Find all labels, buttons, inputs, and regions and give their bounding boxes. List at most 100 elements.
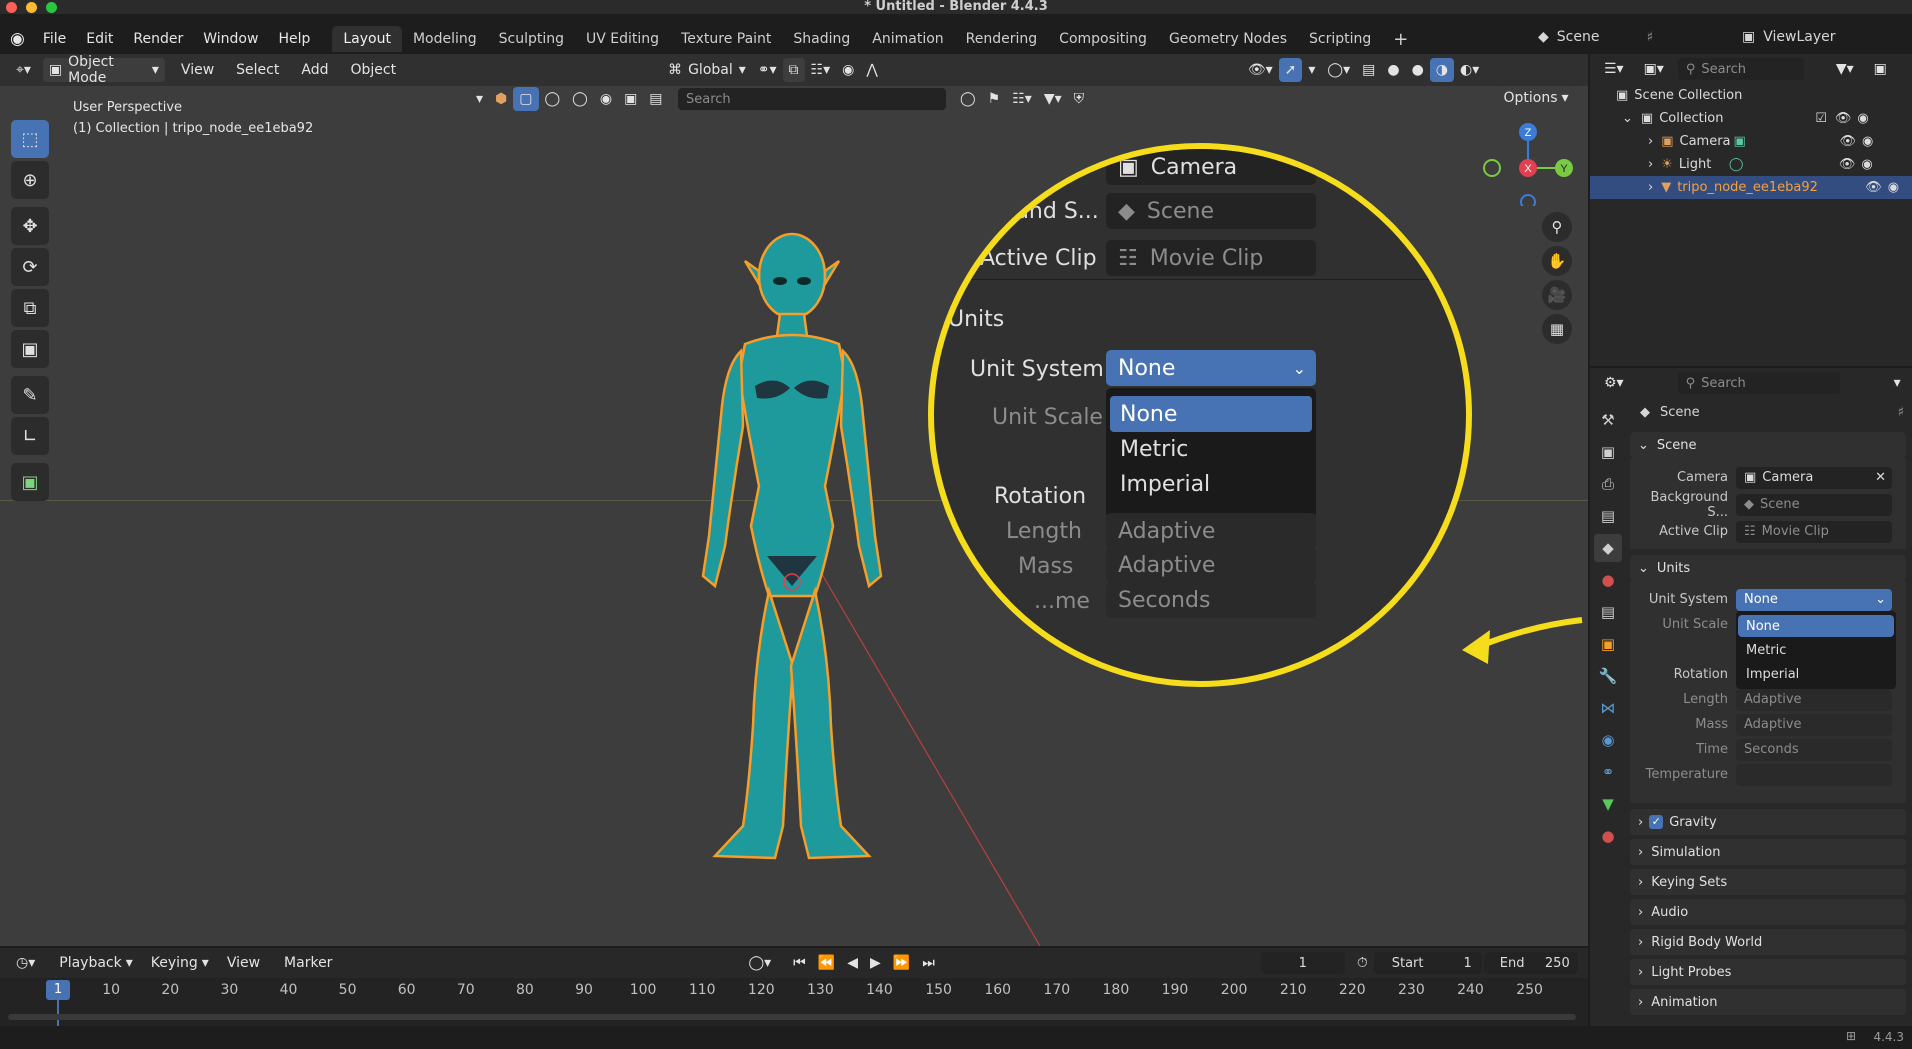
curve-filter-icon[interactable]: ◯: [566, 87, 594, 111]
panel-animation[interactable]: › Animation: [1630, 989, 1906, 1015]
menu-marker[interactable]: Marker: [278, 951, 338, 975]
shading-material-icon[interactable]: ◑: [1429, 58, 1454, 82]
transform-orientation[interactable]: ⌘ Global ▾: [662, 58, 752, 82]
render-camera-icon[interactable]: ◉: [1857, 111, 1868, 126]
camera-view-icon[interactable]: 🎥: [1542, 280, 1572, 310]
menu-add[interactable]: Add: [295, 58, 334, 82]
tab-scripting[interactable]: Scripting: [1298, 26, 1382, 52]
data-tab-icon[interactable]: ▼: [1594, 790, 1622, 818]
menu-help[interactable]: Help: [268, 24, 320, 54]
timeline-track[interactable]: 10 20 30 40 50 60 70 80 90 100 110 120 130 140 150 160 1…: [0, 978, 1588, 1026]
eye-icon[interactable]: 👁: [1839, 157, 1856, 172]
tab-uv-editing[interactable]: UV Editing: [575, 26, 670, 52]
snap-target-icon[interactable]: ☷▾: [805, 58, 837, 82]
close-icon[interactable]: ✕: [1875, 470, 1886, 485]
zoom-option-none[interactable]: None: [1120, 402, 1177, 427]
panel-units-header[interactable]: ⌄ Units: [1630, 555, 1906, 581]
zoom-icon[interactable]: ⚲: [1542, 212, 1572, 242]
option-metric[interactable]: Metric: [1746, 643, 1786, 658]
view-layer-selector[interactable]: ▣ ViewLayer: [1742, 25, 1836, 49]
timeline-editor-icon[interactable]: ◷▾: [10, 951, 41, 975]
current-frame-field[interactable]: 1: [1260, 952, 1345, 974]
prev-keyframe-icon[interactable]: ⏪: [812, 951, 841, 975]
jump-start-icon[interactable]: ⏮: [787, 951, 812, 975]
jump-end-icon[interactable]: ⏭: [916, 951, 941, 975]
zoom-option-metric[interactable]: Metric: [1120, 437, 1188, 462]
proportional-edit-icon[interactable]: ◉: [836, 58, 860, 82]
outliner-editor-icon[interactable]: ☰▾: [1598, 57, 1630, 81]
option-imperial[interactable]: Imperial: [1746, 667, 1799, 682]
mesh-filter-icon[interactable]: ◯: [539, 87, 567, 111]
material-tab-icon[interactable]: ●: [1594, 822, 1622, 850]
menu-object[interactable]: Object: [344, 58, 402, 82]
tab-geometry-nodes[interactable]: Geometry Nodes: [1158, 26, 1298, 52]
gizmo-dropdown-icon[interactable]: ▾: [1302, 58, 1321, 82]
menu-edit[interactable]: Edit: [76, 24, 123, 54]
zoom-unit-system-dropdown[interactable]: None ⌄: [1106, 350, 1316, 386]
camera-field[interactable]: ▣ Camera ✕: [1736, 466, 1892, 489]
menu-file[interactable]: File: [33, 24, 76, 54]
eye-icon[interactable]: 👁: [1840, 134, 1857, 149]
move-tool-icon[interactable]: ✥: [11, 207, 49, 245]
tab-animation[interactable]: Animation: [861, 26, 954, 52]
select-icon[interactable]: ▢: [513, 87, 539, 111]
end-frame-field[interactable]: End 250: [1483, 952, 1578, 974]
stopwatch-icon[interactable]: ⏱: [1351, 951, 1374, 975]
panel-keying-sets[interactable]: › Keying Sets: [1630, 869, 1906, 895]
tool-tab-icon[interactable]: ⚒: [1594, 406, 1622, 434]
play-icon[interactable]: ▶: [864, 951, 887, 975]
panel-audio[interactable]: › Audio: [1630, 899, 1906, 925]
collapse-icon[interactable]: ◯: [954, 87, 982, 111]
menu-view[interactable]: View: [175, 58, 220, 82]
transform-tool-icon[interactable]: ▣: [11, 330, 49, 368]
menu-select[interactable]: Select: [230, 58, 285, 82]
select-box-tool-icon[interactable]: ⬚: [11, 120, 49, 158]
timeline-scrollbar[interactable]: [8, 1014, 1576, 1020]
chevron-down-icon[interactable]: ▾: [1888, 371, 1907, 395]
tab-sculpting[interactable]: Sculpting: [488, 26, 575, 52]
playhead[interactable]: 1: [46, 980, 70, 1000]
empty-filter-icon[interactable]: ▤: [643, 87, 668, 111]
add-workspace-icon[interactable]: +: [1382, 26, 1419, 52]
panel-gravity[interactable]: › ✓ Gravity: [1630, 809, 1906, 835]
modifier-tab-icon[interactable]: 🔧: [1594, 662, 1622, 690]
expand-icon[interactable]: ⌄: [1622, 111, 1633, 126]
light-filter-icon[interactable]: ◉: [594, 87, 618, 111]
xray-icon[interactable]: ▤: [1356, 58, 1381, 82]
view-layer-tab-icon[interactable]: ▤: [1594, 502, 1622, 530]
panel-light-probes[interactable]: › Light Probes: [1630, 959, 1906, 985]
world-tab-icon[interactable]: ●: [1594, 566, 1622, 594]
visibility-icon[interactable]: 👁▾: [1242, 58, 1279, 82]
new-collection-icon[interactable]: ▣: [1868, 57, 1893, 81]
panel-scene-header[interactable]: ⌄ Scene: [1630, 432, 1906, 458]
eye-icon[interactable]: 👁: [1865, 180, 1882, 195]
tab-layout[interactable]: Layout: [332, 26, 402, 52]
annotate-tool-icon[interactable]: ✎: [11, 376, 49, 414]
outliner-filter-icon[interactable]: ▼▾: [1830, 57, 1860, 81]
unit-system-dropdown[interactable]: None ⌄: [1736, 588, 1892, 611]
tab-rendering[interactable]: Rendering: [955, 26, 1049, 52]
collection-tab-icon[interactable]: ▤: [1594, 598, 1622, 626]
panel-rigid-body-world[interactable]: › Rigid Body World: [1630, 929, 1906, 955]
play-reverse-icon[interactable]: ◀: [841, 951, 864, 975]
mode-selector[interactable]: ▣ Object Mode ▾: [42, 54, 165, 86]
render-tab-icon[interactable]: ▣: [1594, 438, 1622, 466]
checkbox-checked-icon[interactable]: ✓: [1649, 815, 1664, 829]
checkbox-icon[interactable]: ☑: [1815, 111, 1827, 126]
blender-logo-icon[interactable]: ◉: [0, 24, 33, 54]
perspective-toggle-icon[interactable]: ▦: [1542, 314, 1572, 344]
shading-rendered-icon[interactable]: ◐▾: [1454, 58, 1485, 82]
auto-keying-icon[interactable]: ◯▾: [742, 951, 777, 975]
zoom-option-imperial[interactable]: Imperial: [1120, 472, 1210, 497]
properties-editor-icon[interactable]: ⚙▾: [1598, 371, 1630, 395]
overlay-icon[interactable]: ◯▾: [1321, 58, 1356, 82]
snap-icon[interactable]: ⧉: [782, 58, 805, 82]
menu-keying[interactable]: Keying ▾: [145, 951, 215, 975]
render-camera-icon[interactable]: ◉: [1861, 157, 1872, 172]
menu-window[interactable]: Window: [193, 24, 268, 54]
expand-icon[interactable]: ›: [1648, 180, 1653, 195]
render-camera-icon[interactable]: ◉: [1888, 180, 1899, 195]
render-camera-icon[interactable]: ◉: [1862, 134, 1873, 149]
pan-hand-icon[interactable]: ✋: [1542, 246, 1572, 276]
camera-filter-icon[interactable]: ▣: [618, 87, 643, 111]
